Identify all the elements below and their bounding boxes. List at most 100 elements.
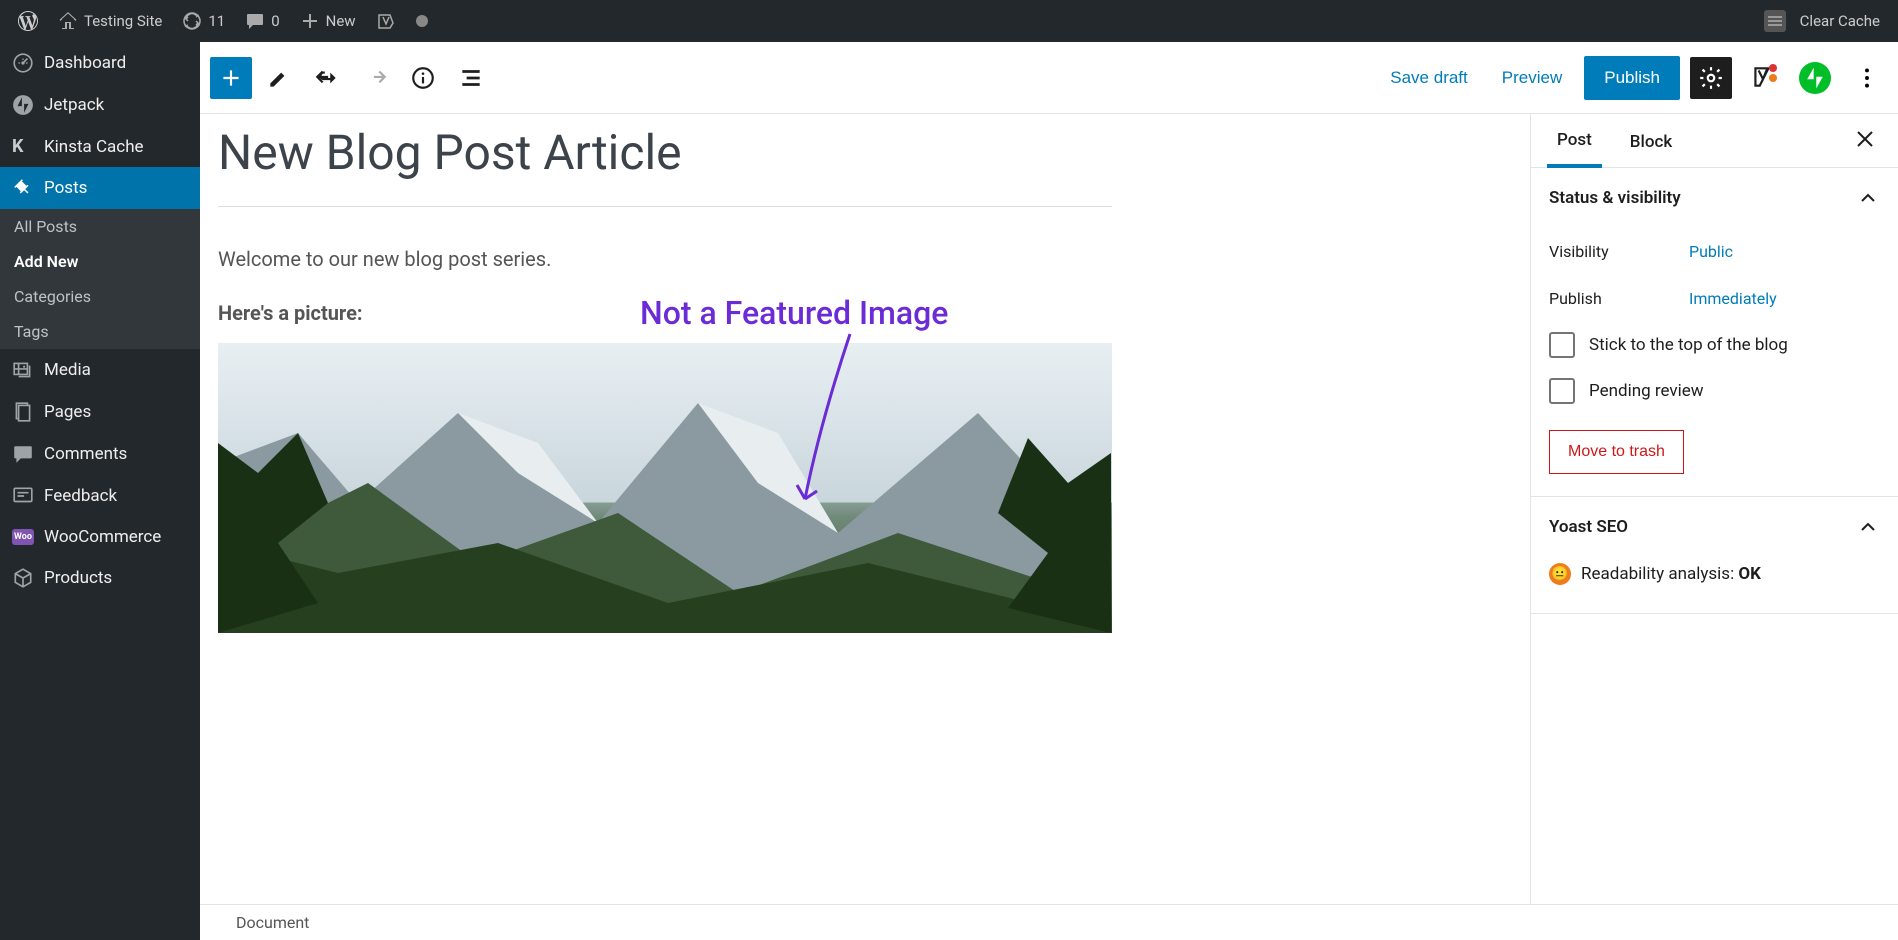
info-button[interactable] — [402, 57, 444, 99]
menu-comments[interactable]: Comments — [0, 433, 200, 475]
menu-products[interactable]: Products — [0, 557, 200, 599]
sidebar-tabs: Post Block — [1531, 114, 1898, 168]
clear-cache-menu[interactable]: Clear Cache — [1754, 0, 1890, 42]
kebab-icon — [1854, 65, 1880, 91]
submenu-add-new[interactable]: Add New — [0, 244, 200, 279]
redo-button[interactable] — [354, 57, 396, 99]
heading-block[interactable]: Here's a picture: — [218, 301, 1112, 325]
yoast-seo-panel: Yoast SEO 😐 Readability analysis: OK — [1531, 497, 1898, 614]
editor-canvas[interactable]: New Blog Post Article Welcome to our new… — [200, 114, 1530, 904]
menu-media-label: Media — [44, 360, 91, 380]
document-breadcrumb[interactable]: Document — [224, 907, 321, 938]
comment-icon — [245, 11, 265, 31]
undo-button[interactable] — [306, 57, 348, 99]
menu-posts-label: Posts — [44, 178, 87, 198]
new-content-menu[interactable]: New — [290, 0, 366, 42]
save-draft-button[interactable]: Save draft — [1378, 60, 1480, 96]
yoast-button[interactable] — [1742, 57, 1784, 99]
yoast-icon — [376, 11, 396, 31]
block-editor: Save draft Preview Publish — [200, 42, 1898, 940]
cache-badge-icon — [1764, 10, 1786, 32]
jetpack-circle-icon — [1799, 62, 1831, 94]
site-name-label: Testing Site — [84, 12, 162, 30]
chevron-up-icon — [1856, 515, 1880, 539]
plus-icon — [300, 11, 320, 31]
submenu-tags[interactable]: Tags — [0, 314, 200, 349]
tab-block[interactable]: Block — [1620, 116, 1682, 166]
yoast-panel-title: Yoast SEO — [1549, 517, 1628, 537]
preview-button[interactable]: Preview — [1490, 60, 1574, 96]
admin-bar: Testing Site 11 0 New Clear Cache — [0, 0, 1898, 42]
yoast-menu[interactable] — [366, 0, 406, 42]
move-to-trash-button[interactable]: Move to trash — [1549, 430, 1684, 474]
info-icon — [410, 65, 436, 91]
menu-comments-label: Comments — [44, 444, 127, 464]
status-panel-toggle[interactable]: Status & visibility — [1531, 168, 1898, 228]
publish-value-button[interactable]: Immediately — [1689, 289, 1777, 308]
redo-icon — [362, 65, 388, 91]
menu-dashboard-label: Dashboard — [44, 53, 126, 73]
jetpack-button[interactable] — [1794, 57, 1836, 99]
home-icon — [58, 11, 78, 31]
media-icon — [12, 359, 34, 381]
menu-woocommerce[interactable]: Woo WooCommerce — [0, 517, 200, 557]
site-name-menu[interactable]: Testing Site — [48, 0, 172, 42]
post-title-input[interactable]: New Blog Post Article — [218, 124, 1112, 207]
visibility-label: Visibility — [1549, 242, 1689, 261]
settings-sidebar: Post Block Status & visibility Visibilit… — [1530, 114, 1898, 904]
status-dot[interactable] — [406, 0, 438, 42]
menu-products-label: Products — [44, 568, 112, 588]
menu-woocommerce-label: WooCommerce — [44, 527, 161, 547]
menu-dashboard[interactable]: Dashboard — [0, 42, 200, 84]
editor-topbar: Save draft Preview Publish — [200, 42, 1898, 114]
pending-checkbox[interactable] — [1549, 378, 1575, 404]
pending-label: Pending review — [1589, 381, 1704, 401]
menu-posts[interactable]: Posts — [0, 167, 200, 209]
publish-label: Publish — [1549, 289, 1689, 308]
comments-icon — [12, 443, 34, 465]
publish-button[interactable]: Publish — [1584, 56, 1680, 100]
update-icon — [182, 11, 202, 31]
menu-kinsta-label: Kinsta Cache — [44, 137, 144, 157]
updates-menu[interactable]: 11 — [172, 0, 235, 42]
paragraph-block[interactable]: Welcome to our new blog post series. — [218, 247, 1112, 271]
pencil-icon — [266, 65, 292, 91]
submenu-all-posts[interactable]: All Posts — [0, 209, 200, 244]
kinsta-k-icon: K — [12, 136, 34, 157]
feedback-icon — [12, 485, 34, 507]
image-block[interactable] — [218, 343, 1112, 633]
submenu-categories[interactable]: Categories — [0, 279, 200, 314]
tab-post[interactable]: Post — [1547, 114, 1602, 168]
close-icon — [1856, 130, 1874, 148]
new-label: New — [326, 12, 356, 30]
outline-button[interactable] — [450, 57, 492, 99]
menu-media[interactable]: Media — [0, 349, 200, 391]
menu-kinsta[interactable]: K Kinsta Cache — [0, 126, 200, 167]
comments-menu[interactable]: 0 — [235, 0, 289, 42]
yoast-panel-toggle[interactable]: Yoast SEO — [1531, 497, 1898, 557]
pin-icon — [12, 177, 34, 199]
sticky-checkbox[interactable] — [1549, 332, 1575, 358]
edit-mode-button[interactable] — [258, 57, 300, 99]
add-block-button[interactable] — [210, 57, 252, 99]
visibility-value-button[interactable]: Public — [1689, 242, 1733, 261]
menu-feedback[interactable]: Feedback — [0, 475, 200, 517]
pages-icon — [12, 401, 34, 423]
mountain-image-icon — [218, 343, 1112, 633]
posts-submenu: All Posts Add New Categories Tags — [0, 209, 200, 349]
clear-cache-label: Clear Cache — [1800, 12, 1880, 30]
admin-menu: Dashboard Jetpack K Kinsta Cache Posts A… — [0, 42, 200, 940]
list-icon — [458, 65, 484, 91]
menu-jetpack[interactable]: Jetpack — [0, 84, 200, 126]
wp-logo-menu[interactable] — [8, 0, 48, 42]
close-sidebar-button[interactable] — [1848, 121, 1882, 161]
sticky-label: Stick to the top of the blog — [1589, 335, 1788, 355]
menu-feedback-label: Feedback — [44, 486, 117, 506]
menu-pages-label: Pages — [44, 402, 91, 422]
more-menu-button[interactable] — [1846, 57, 1888, 99]
status-visibility-panel: Status & visibility Visibility Public Pu… — [1531, 168, 1898, 497]
jetpack-icon — [12, 94, 34, 116]
menu-pages[interactable]: Pages — [0, 391, 200, 433]
readability-row[interactable]: 😐 Readability analysis: OK — [1549, 557, 1880, 591]
settings-button[interactable] — [1690, 57, 1732, 99]
